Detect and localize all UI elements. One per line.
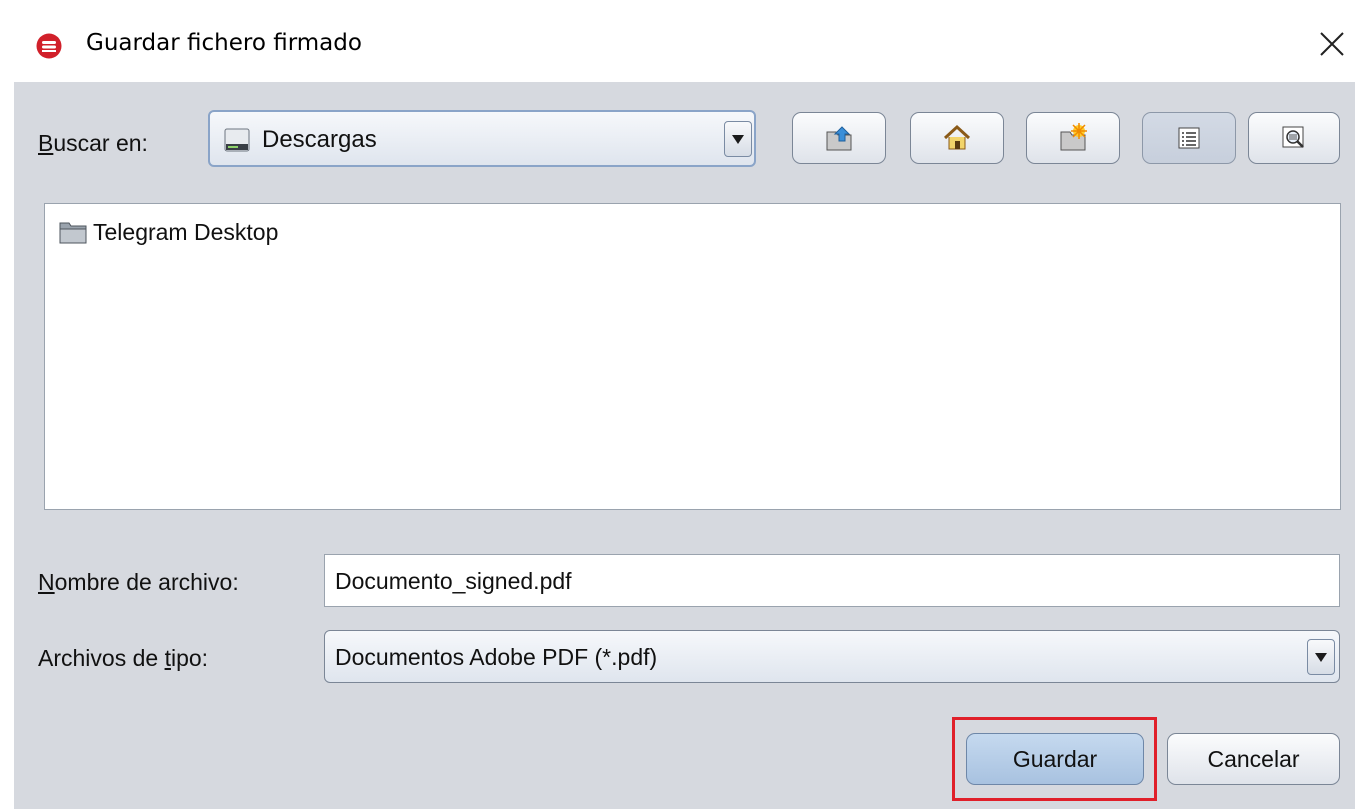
filetype-label: Archivos de tipo: [38,645,209,671]
look-in-dropdown-arrow[interactable] [724,121,752,157]
filetype-dropdown-arrow[interactable] [1307,639,1335,675]
new-folder-icon [1060,123,1087,151]
cancel-button[interactable]: Cancelar [1167,733,1340,785]
home-button[interactable] [910,112,1004,164]
filename-input[interactable]: Documento_signed.pdf [324,554,1340,607]
close-icon[interactable] [1318,30,1346,58]
title-bar: Guardar fichero firmado [0,0,1355,82]
file-list[interactable]: Telegram Desktop [44,203,1341,510]
up-folder-button[interactable] [792,112,886,164]
folder-icon [59,222,87,244]
filename-label: Nombre de archivo: [38,569,239,595]
look-in-value: Descargas [262,126,377,153]
look-in-label: Buscar en: [38,130,148,156]
new-folder-button[interactable] [1026,112,1120,164]
filename-value: Documento_signed.pdf [335,568,572,594]
look-in-combobox[interactable]: Descargas [208,110,756,167]
home-icon [943,124,971,150]
up-folder-icon [826,126,852,151]
file-name: Telegram Desktop [93,219,279,245]
drive-icon [224,128,250,152]
autofirma-logo-icon [36,33,62,59]
details-view-button[interactable] [1248,112,1340,164]
list-view-button[interactable] [1142,112,1236,164]
filetype-value: Documentos Adobe PDF (*.pdf) [335,644,658,670]
window-title: Guardar fichero firmado [86,30,362,56]
list-view-icon [1178,127,1200,149]
filetype-combobox[interactable]: Documentos Adobe PDF (*.pdf) [324,630,1340,683]
save-button-highlight [952,717,1157,801]
details-view-icon [1282,126,1304,148]
